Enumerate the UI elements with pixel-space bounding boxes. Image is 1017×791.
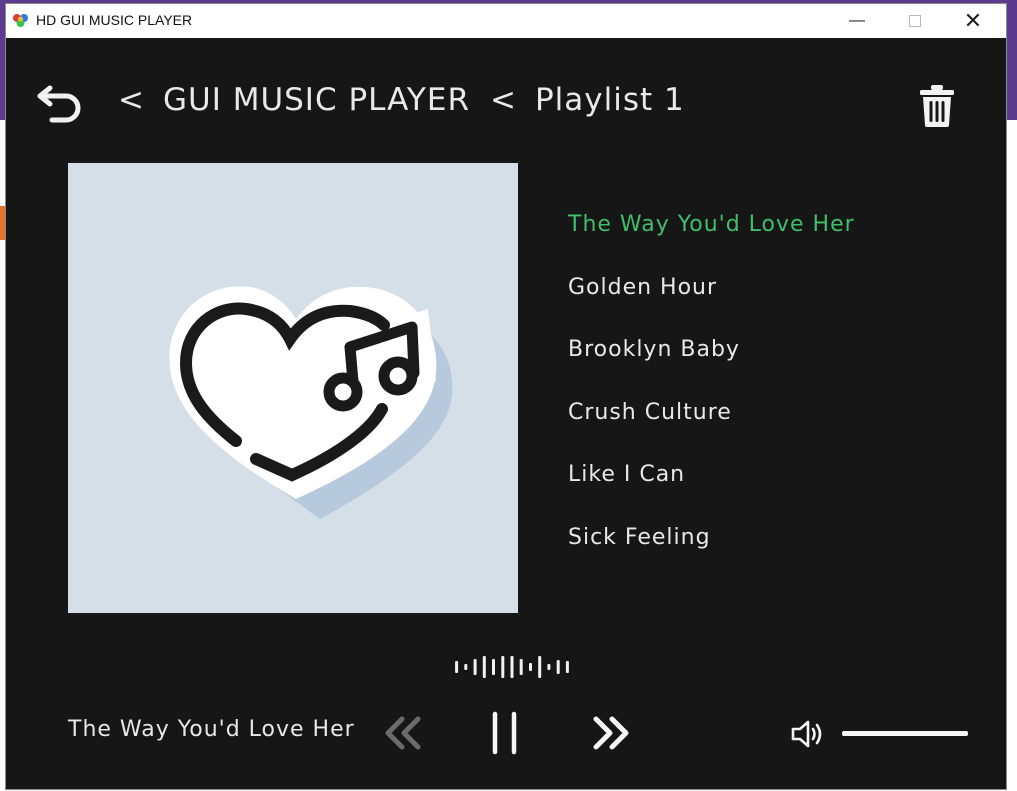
waveform-bar — [519, 659, 523, 675]
waveform-bar — [556, 660, 560, 674]
waveform-bar — [538, 656, 542, 678]
window-titlebar: HD GUI MUSIC PLAYER — ✕ — [6, 4, 1006, 38]
audio-waveform-icon — [455, 656, 569, 678]
heart-music-note-icon — [169, 286, 453, 519]
breadcrumb-app[interactable]: GUI MUSIC PLAYER — [163, 82, 470, 118]
music-player-window: HD GUI MUSIC PLAYER — ✕ < GUI MUSIC PLAY… — [6, 4, 1006, 789]
next-track-button[interactable] — [590, 716, 630, 750]
waveform-bar — [473, 659, 477, 675]
song-item[interactable]: Crush Culture — [568, 400, 855, 463]
pause-icon — [492, 711, 517, 755]
waveform-bar — [482, 656, 486, 678]
double-chevron-right-icon — [593, 716, 629, 750]
waveform-bar — [501, 656, 505, 678]
delete-playlist-button[interactable] — [918, 84, 956, 128]
volume-slider[interactable] — [842, 726, 968, 742]
app-icon — [13, 14, 28, 27]
close-icon: ✕ — [963, 8, 983, 33]
breadcrumb: < GUI MUSIC PLAYER < Playlist 1 — [118, 82, 685, 118]
waveform-bar — [510, 656, 514, 678]
playlist-song-list: The Way You'd Love Her Golden Hour Brookly… — [568, 212, 855, 587]
waveform-bar — [455, 661, 459, 673]
waveform-bar — [464, 664, 468, 670]
album-art — [68, 163, 518, 613]
song-item[interactable]: The Way You'd Love Her — [568, 212, 855, 275]
waveform-bar — [565, 661, 569, 673]
breadcrumb-separator: < — [490, 82, 517, 118]
waveform-bar — [547, 664, 551, 670]
song-item[interactable]: Sick Feeling — [568, 525, 855, 588]
maximize-button[interactable] — [892, 4, 938, 38]
double-chevron-left-icon — [385, 716, 421, 750]
now-playing-title: The Way You'd Love Her — [68, 717, 355, 742]
minimize-icon: — — [849, 12, 865, 29]
previous-track-button[interactable] — [384, 716, 424, 750]
speaker-volume-icon[interactable] — [790, 718, 826, 750]
minimize-button[interactable]: — — [834, 4, 880, 38]
undo-arrow-icon — [37, 85, 81, 123]
back-button[interactable] — [34, 80, 84, 124]
song-item[interactable]: Golden Hour — [568, 275, 855, 338]
close-button[interactable]: ✕ — [950, 4, 996, 38]
waveform-bar — [492, 659, 495, 675]
song-item[interactable]: Brooklyn Baby — [568, 337, 855, 400]
maximize-icon — [909, 15, 921, 27]
waveform-bar — [529, 663, 532, 671]
breadcrumb-separator: < — [118, 82, 145, 118]
volume-fill — [842, 731, 968, 736]
pause-button[interactable] — [490, 710, 520, 756]
breadcrumb-playlist: Playlist 1 — [534, 82, 685, 118]
song-item[interactable]: Like I Can — [568, 462, 855, 525]
window-title: HD GUI MUSIC PLAYER — [36, 12, 193, 28]
